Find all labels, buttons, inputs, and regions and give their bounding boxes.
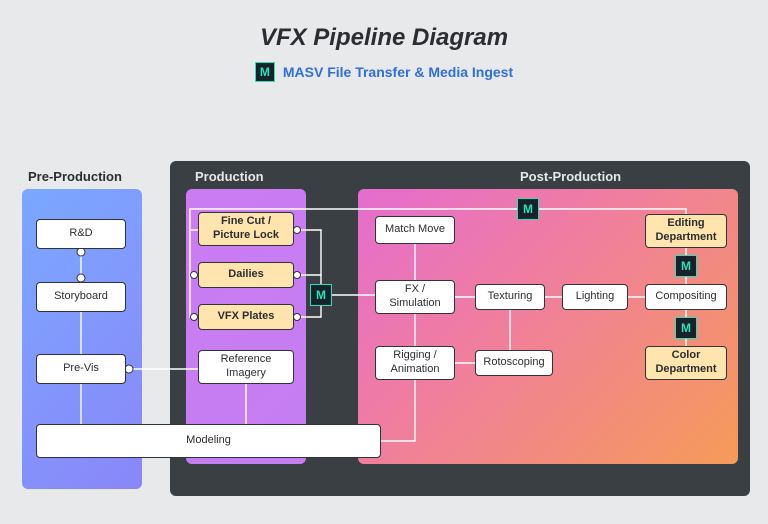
masv-icon-color: M (675, 317, 697, 339)
node-finecut: Fine Cut / Picture Lock (198, 212, 294, 246)
node-rotoscoping: Rotoscoping (475, 350, 553, 376)
node-previs: Pre-Vis (36, 354, 126, 384)
page-title: VFX Pipeline Diagram (0, 24, 768, 52)
subtitle-row: M MASV File Transfer & Media Ingest (0, 62, 768, 82)
masv-icon-editing: M (675, 255, 697, 277)
col-label-preproduction: Pre-Production (28, 169, 122, 184)
node-texturing: Texturing (475, 284, 545, 310)
node-lighting: Lighting (562, 284, 628, 310)
masv-icon-production: M (310, 284, 332, 306)
node-storyboard: Storyboard (36, 282, 126, 312)
node-reference-imagery: Reference Imagery (198, 350, 294, 384)
masv-icon-bus: M (517, 198, 539, 220)
node-editing-dept: Editing Department (645, 214, 727, 248)
masv-icon: M (255, 62, 275, 82)
node-vfxplates: VFX Plates (198, 304, 294, 330)
subtitle-text: MASV File Transfer & Media Ingest (283, 64, 513, 80)
node-compositing: Compositing (645, 284, 727, 310)
node-rd: R&D (36, 219, 126, 249)
node-color-dept: Color Department (645, 346, 727, 380)
node-fxsim: FX / Simulation (375, 280, 455, 314)
node-rigging: Rigging / Animation (375, 346, 455, 380)
node-matchmove: Match Move (375, 216, 455, 244)
node-dailies: Dailies (198, 262, 294, 288)
col-label-production: Production (195, 169, 264, 184)
col-label-postproduction: Post-Production (520, 169, 621, 184)
node-modeling: Modeling (36, 424, 381, 458)
